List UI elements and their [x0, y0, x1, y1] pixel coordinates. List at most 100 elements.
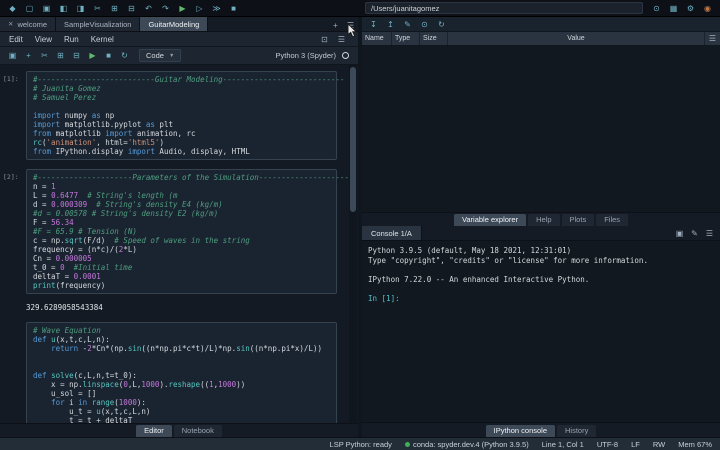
run-cell-icon[interactable]: ▶ — [85, 47, 100, 65]
tab-welcome[interactable]: ✕ welcome — [0, 17, 57, 31]
cell-type-label: Code — [146, 51, 164, 60]
new-file-icon[interactable]: ▢ — [22, 0, 37, 17]
pane-corner-icons: ⊡ ☰ — [317, 31, 349, 48]
tab-console-1a[interactable]: Console 1/A — [362, 226, 422, 240]
editor-pane-tabs: Editor Notebook — [0, 423, 358, 437]
right-top-pane-tabs: Variable explorer Help Plots Files — [362, 212, 720, 226]
console-tabbar: Console 1/A ▣ ✎ ☰ — [362, 226, 720, 241]
tab-ipython-console[interactable]: IPython console — [485, 425, 556, 437]
column-name[interactable]: Name — [362, 32, 392, 45]
ipython-console[interactable]: Python 3.9.5 (default, May 18 2021, 12:3… — [362, 241, 720, 422]
tab-label: SampleVisualization — [64, 19, 132, 29]
cell-type-select[interactable]: Code ▼ — [139, 49, 182, 62]
import-data-icon[interactable]: ↧ — [366, 17, 381, 32]
search-icon[interactable]: ⊙ — [417, 17, 432, 32]
run-selection-icon[interactable]: ≫ — [209, 0, 224, 17]
mouse-cursor — [347, 23, 358, 38]
paste-icon[interactable]: ⊟ — [124, 0, 139, 17]
kernel-status-icon — [342, 52, 349, 59]
refresh-icon[interactable]: ↻ — [434, 17, 449, 32]
redo-icon[interactable]: ↷ — [158, 0, 173, 17]
edit-data-icon[interactable]: ✎ — [400, 17, 415, 32]
copy-cell-icon[interactable]: ⊞ — [53, 47, 68, 65]
cell-prompt: [2]: — [3, 173, 19, 181]
restart-kernel-icon[interactable]: ↻ — [117, 47, 132, 65]
cell-output: 329.6289058543384 — [26, 303, 103, 312]
run-icon[interactable]: ▶ — [175, 0, 190, 17]
header-menu-icon[interactable]: ☰ — [705, 32, 720, 46]
console-menu-icon[interactable]: ☰ — [702, 226, 717, 240]
column-size[interactable]: Size — [420, 32, 448, 45]
open-file-icon[interactable]: ▣ — [39, 0, 54, 17]
menu-edit[interactable]: Edit — [9, 35, 23, 44]
menu-kernel[interactable]: Kernel — [91, 35, 114, 44]
code-line: import numpy as np — [33, 111, 115, 120]
tab-guitarmodeling[interactable]: GuitarModeling — [140, 17, 209, 31]
paste-cell-icon[interactable]: ⊟ — [69, 47, 84, 65]
save-icon[interactable]: ◧ — [56, 0, 71, 17]
new-cell-icon[interactable]: + — [21, 47, 36, 65]
new-tab-icon[interactable]: + — [328, 17, 343, 31]
notebook-menubar: Edit View Run Kernel ⊡ ☰ — [0, 32, 358, 47]
undock-pane-icon[interactable]: ⊡ — [317, 31, 332, 48]
console-line: IPython 7.22.0 -- An enhanced Interactiv… — [368, 274, 590, 284]
tab-history[interactable]: History — [557, 425, 597, 437]
stop-icon[interactable]: ■ — [226, 0, 241, 17]
notebook-editor[interactable]: [1]: #--------------------------Guitar M… — [0, 65, 358, 423]
conda-status-dot-icon — [404, 441, 410, 447]
rename-console-icon[interactable]: ✎ — [687, 226, 702, 240]
code-line: t = t + deltaT — [33, 416, 133, 423]
save-all-icon[interactable]: ◨ — [73, 0, 88, 17]
tab-files[interactable]: Files — [596, 214, 629, 226]
scrollbar-thumb[interactable] — [350, 67, 356, 212]
code-line: # Juanita Gomez — [33, 84, 101, 93]
code-line: L = 0.6477 # String's length (m — [33, 191, 178, 200]
eol-status: LF — [631, 439, 640, 449]
preferences-icon[interactable]: ⚙ — [683, 0, 698, 17]
tab-variable-explorer[interactable]: Variable explorer — [453, 214, 527, 226]
tab-editor[interactable]: Editor — [136, 425, 172, 437]
column-value[interactable]: Value — [448, 32, 705, 45]
code-cell-3[interactable]: # Wave Equation def u(x,t,c,L,n): return … — [26, 322, 337, 423]
code-line: rc('animation', html='html5') — [33, 138, 164, 147]
python-env-icon[interactable]: ◉ — [700, 0, 715, 17]
main-toolbar: ◆▢▣◧◨✂⊞⊟↶↷▶▷≫■ ⊙▦⚙◉ — [0, 0, 720, 17]
console-line: Python 3.9.5 (default, May 18 2021, 12:3… — [368, 246, 572, 255]
interrupt-kernel-icon[interactable]: ■ — [101, 47, 116, 65]
tab-help[interactable]: Help — [528, 214, 560, 226]
cell-code: #--------------------------Guitar Modeli… — [33, 75, 345, 156]
code-line: #---------------------Parameters of the … — [33, 173, 358, 182]
encoding-status: UTF-8 — [596, 439, 619, 449]
tab-label: GuitarModeling — [148, 19, 200, 29]
copy-icon[interactable]: ⊞ — [107, 0, 122, 17]
code-cell-1[interactable]: [1]: #--------------------------Guitar M… — [3, 71, 345, 160]
spyder-logo-icon[interactable]: ◆ — [5, 0, 20, 17]
menu-view[interactable]: View — [35, 35, 52, 44]
undo-icon[interactable]: ↶ — [141, 0, 156, 17]
menu-run[interactable]: Run — [64, 35, 79, 44]
cursor-position-status: Line 1, Col 1 — [541, 439, 584, 449]
search-icon[interactable]: ⊙ — [649, 0, 664, 17]
close-icon[interactable]: ✕ — [8, 20, 13, 28]
tab-plots[interactable]: Plots — [561, 214, 595, 226]
interrupt-console-icon[interactable]: ▣ — [672, 226, 687, 240]
toolbar-left-icons: ◆ ▢ ▣ ◧ ◨ ✂ ⊞ ⊟ ↶ ↷ ▶ ▷ ≫ ■ — [5, 0, 241, 17]
save-notebook-icon[interactable]: ▣ — [5, 47, 20, 65]
tab-notebook[interactable]: Notebook — [173, 425, 222, 437]
tab-samplevisualization[interactable]: SampleVisualization — [56, 17, 141, 31]
cut-icon[interactable]: ✂ — [90, 0, 105, 17]
run-cell-icon[interactable]: ▷ — [192, 0, 207, 17]
variable-explorer-table[interactable] — [362, 46, 720, 212]
layout-icon[interactable]: ▦ — [666, 0, 681, 17]
interpreter-status[interactable]: conda: spyder.dev.4 (Python 3.9.5) — [404, 440, 529, 449]
working-directory-input[interactable] — [365, 2, 643, 14]
editor-scrollbar[interactable] — [349, 65, 357, 423]
save-data-icon[interactable]: ↥ — [383, 17, 398, 32]
code-line: u_t = u(x,t,c,L,n) — [33, 407, 151, 416]
cut-cell-icon[interactable]: ✂ — [37, 47, 52, 65]
column-type[interactable]: Type — [392, 32, 420, 45]
code-line: return -2*Cn*(np.sin((n*np.pi*c*t)/L)*np… — [51, 344, 322, 353]
code-cell-2[interactable]: [2]: #---------------------Parameters of… — [3, 169, 358, 294]
